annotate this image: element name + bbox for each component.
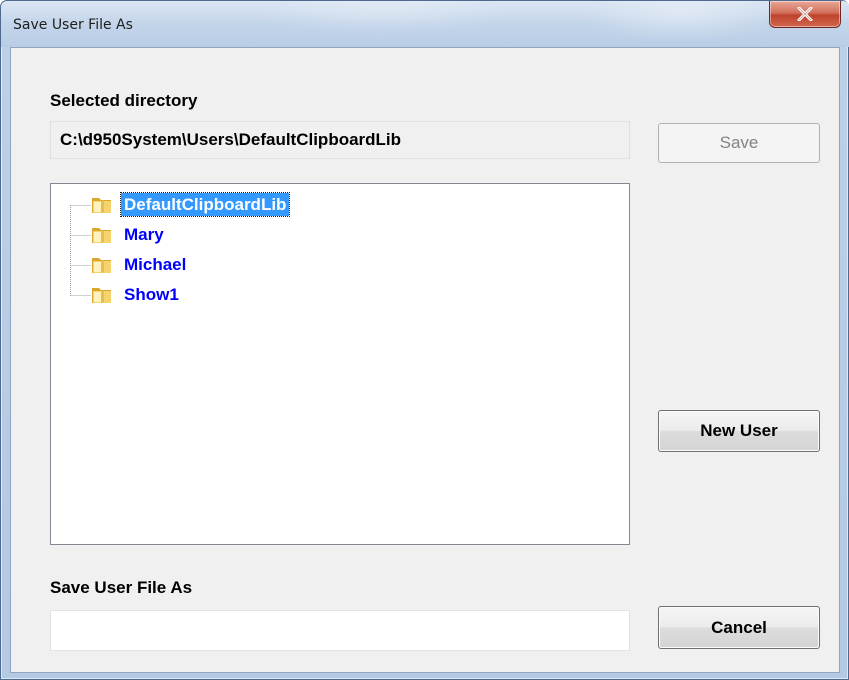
tree-item-label: Mary: [124, 225, 164, 244]
tree-item-michael[interactable]: Michael: [51, 252, 451, 278]
filename-input[interactable]: [50, 610, 630, 651]
dialog-body: Selected directory C:\d950System\Users\D…: [10, 47, 840, 673]
tree-item-label: DefaultClipboardLib: [119, 192, 291, 217]
filename-label: Save User File As: [50, 578, 193, 597]
save-user-file-dialog: Save User File As Selected directory C:\…: [0, 0, 849, 680]
selected-directory-label: Selected directory: [50, 91, 198, 110]
directory-tree[interactable]: DefaultClipboardLib Mary Michael Show1: [50, 183, 630, 545]
selected-directory-path: C:\d950System\Users\DefaultClipboardLib: [50, 121, 630, 159]
new-user-button[interactable]: New User: [658, 410, 820, 452]
folder-icon: [92, 198, 111, 213]
close-icon: [797, 7, 813, 21]
tree-item-label: Michael: [124, 255, 187, 274]
title-bar[interactable]: Save User File As: [1, 1, 849, 47]
window-title: Save User File As: [13, 17, 133, 33]
tree-item-label: Show1: [124, 285, 179, 304]
save-button[interactable]: Save: [658, 123, 820, 163]
tree-item-mary[interactable]: Mary: [51, 222, 451, 248]
cancel-button[interactable]: Cancel: [658, 606, 820, 649]
close-button[interactable]: [769, 1, 841, 28]
folder-icon: [92, 228, 111, 243]
folder-icon: [92, 288, 111, 303]
tree-item-defaultclipboardlib[interactable]: DefaultClipboardLib: [51, 192, 451, 218]
tree-item-show1[interactable]: Show1: [51, 282, 451, 308]
folder-icon: [92, 258, 111, 273]
